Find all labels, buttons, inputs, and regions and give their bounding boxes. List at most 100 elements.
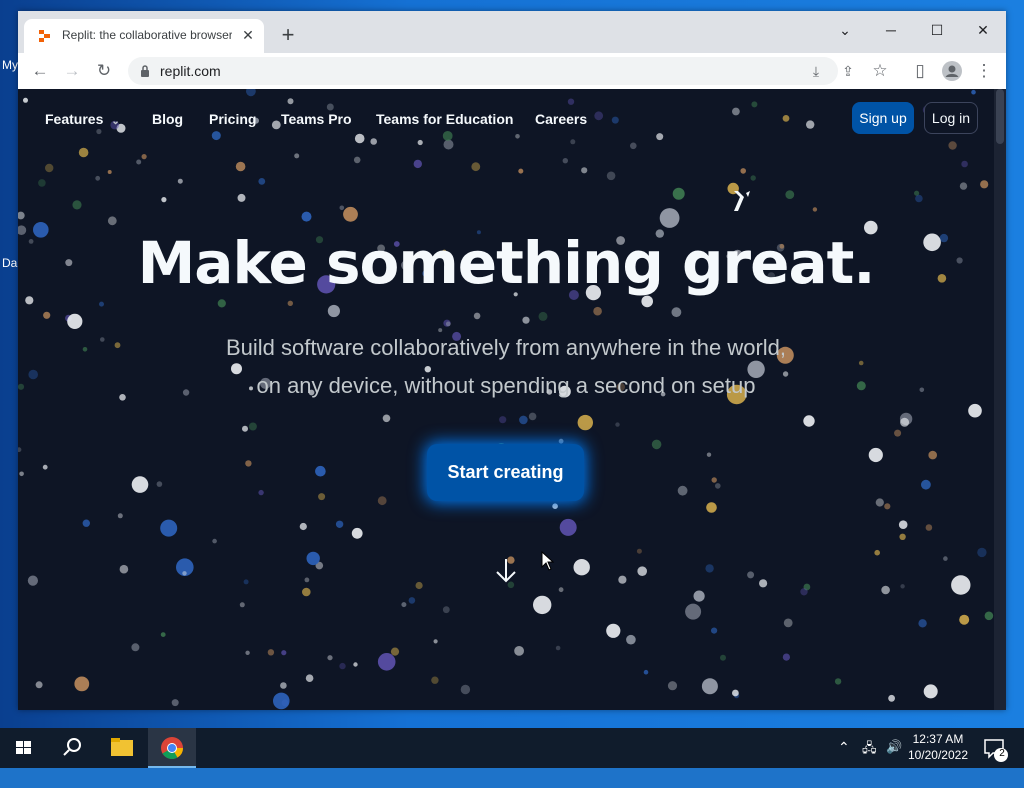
network-icon[interactable]: 🖧 bbox=[862, 739, 877, 779]
particle-dot bbox=[442, 606, 450, 614]
install-app-icon[interactable]: ⤓ bbox=[804, 59, 828, 83]
replit-favicon-icon bbox=[39, 30, 50, 42]
sign-up-button[interactable]: Sign up bbox=[852, 102, 914, 134]
reload-icon[interactable]: ↻ bbox=[92, 59, 116, 83]
particle-dot bbox=[984, 611, 994, 621]
particle-dot bbox=[980, 180, 989, 189]
particle-dot bbox=[243, 579, 249, 585]
url-text: replit.com bbox=[160, 63, 221, 79]
particle-dot bbox=[35, 681, 43, 689]
tab-strip: Replit: the collaborative browser ✕ + ⌄ … bbox=[18, 11, 1006, 53]
particle-dot bbox=[156, 481, 163, 487]
particle-dot bbox=[538, 311, 548, 321]
particle-dot bbox=[95, 175, 101, 181]
particle-dot bbox=[573, 559, 590, 576]
bookmark-star-icon[interactable]: ☆ bbox=[868, 59, 892, 83]
particle-dot bbox=[18, 447, 22, 453]
desktop-icon-label[interactable]: My bbox=[2, 58, 18, 72]
particle-dot bbox=[894, 429, 902, 437]
particle-dot bbox=[750, 175, 756, 181]
particle-dot bbox=[618, 575, 627, 584]
particle-dot bbox=[834, 678, 842, 685]
particle-dot bbox=[705, 564, 714, 573]
particle-dot bbox=[881, 585, 890, 595]
particle-dot bbox=[528, 412, 537, 421]
hero-headline: Make something great. bbox=[137, 229, 876, 297]
scrollbar-thumb[interactable] bbox=[996, 89, 1004, 144]
maximize-icon[interactable]: ☐ bbox=[922, 17, 952, 43]
tab-search-icon[interactable]: ⌄ bbox=[830, 17, 860, 43]
particle-dot bbox=[177, 178, 183, 184]
back-icon[interactable]: ← bbox=[28, 59, 52, 83]
particle-dot bbox=[377, 653, 396, 671]
share-icon[interactable]: ⇪ bbox=[836, 59, 860, 83]
close-window-icon[interactable]: ✕ bbox=[968, 17, 998, 43]
search-icon[interactable] bbox=[48, 728, 96, 768]
particle-dot bbox=[921, 479, 931, 490]
browser-menu-icon[interactable]: ⋮ bbox=[972, 59, 996, 83]
show-hidden-icons-icon[interactable]: ⌃ bbox=[838, 739, 850, 779]
particle-dot bbox=[581, 167, 588, 174]
side-panel-icon[interactable]: ▯ bbox=[908, 59, 932, 83]
particle-dot bbox=[473, 312, 481, 320]
particle-dot bbox=[460, 684, 471, 695]
nav-careers[interactable]: Careers bbox=[535, 111, 587, 127]
file-explorer-icon[interactable] bbox=[98, 728, 146, 768]
particle-dot bbox=[577, 414, 593, 431]
particle-dot bbox=[868, 447, 883, 463]
log-in-button[interactable]: Log in bbox=[924, 102, 978, 134]
particle-dot bbox=[615, 422, 620, 427]
particle-dot bbox=[304, 577, 310, 583]
minimize-icon[interactable]: ─ bbox=[876, 17, 906, 43]
particle-dot bbox=[555, 645, 561, 651]
address-bar[interactable]: replit.com ⤓ ⇪ bbox=[128, 57, 854, 85]
particle-dot bbox=[408, 597, 416, 604]
desktop-icon-label[interactable]: Da bbox=[2, 256, 17, 270]
profile-avatar-icon[interactable] bbox=[940, 59, 964, 83]
particle-dot bbox=[131, 643, 140, 652]
scroll-down-arrow-icon[interactable] bbox=[494, 557, 518, 585]
particle-dot bbox=[636, 548, 642, 554]
browser-tab[interactable]: Replit: the collaborative browser ✕ bbox=[24, 19, 264, 53]
hero-subheadline: Build software collaboratively from anyw… bbox=[18, 329, 994, 405]
nav-teams-education[interactable]: Teams for Education bbox=[376, 111, 513, 127]
particle-dot bbox=[78, 147, 89, 158]
particle-dot bbox=[212, 538, 217, 544]
particle-dot bbox=[943, 556, 948, 561]
particle-dot bbox=[888, 694, 895, 702]
windows-start-icon[interactable] bbox=[0, 728, 48, 768]
particle-dot bbox=[667, 681, 678, 691]
windows-taskbar: ⌃ 🖧 🔊 12:37 AM 10/20/2022 2 bbox=[0, 728, 1024, 768]
chrome-icon[interactable] bbox=[148, 728, 196, 768]
system-clock[interactable]: 12:37 AM 10/20/2022 bbox=[908, 731, 968, 763]
particle-dot bbox=[401, 602, 407, 608]
particle-dot bbox=[785, 190, 795, 199]
particle-dot bbox=[99, 301, 104, 307]
particle-dot bbox=[327, 304, 340, 318]
particle-dot bbox=[522, 316, 530, 324]
forward-icon[interactable]: → bbox=[60, 59, 84, 83]
page-scrollbar[interactable] bbox=[994, 89, 1006, 710]
particle-dot bbox=[959, 182, 968, 190]
particle-dot bbox=[25, 296, 34, 305]
particle-dot bbox=[685, 603, 702, 620]
particle-dot bbox=[306, 551, 320, 566]
volume-icon[interactable]: 🔊 bbox=[886, 739, 902, 779]
nav-pricing[interactable]: Pricing bbox=[209, 111, 256, 127]
particle-dot bbox=[711, 627, 718, 634]
nav-features[interactable]: Features ⌄ bbox=[45, 111, 120, 127]
particle-dot bbox=[353, 662, 358, 667]
start-creating-button[interactable]: Start creating bbox=[427, 444, 584, 501]
particle-dot bbox=[245, 460, 252, 467]
new-tab-icon[interactable]: + bbox=[276, 24, 300, 48]
particle-dot bbox=[327, 655, 333, 661]
clock-time: 12:37 AM bbox=[912, 732, 964, 746]
particle-dot bbox=[672, 187, 685, 200]
particle-dot bbox=[318, 493, 326, 501]
tab-close-icon[interactable]: ✕ bbox=[240, 27, 256, 43]
nav-blog[interactable]: Blog bbox=[152, 111, 183, 127]
particle-dot bbox=[433, 639, 438, 644]
particle-dot bbox=[67, 313, 83, 329]
nav-teams-pro[interactable]: Teams Pro bbox=[281, 111, 352, 127]
particle-dot bbox=[898, 520, 908, 529]
